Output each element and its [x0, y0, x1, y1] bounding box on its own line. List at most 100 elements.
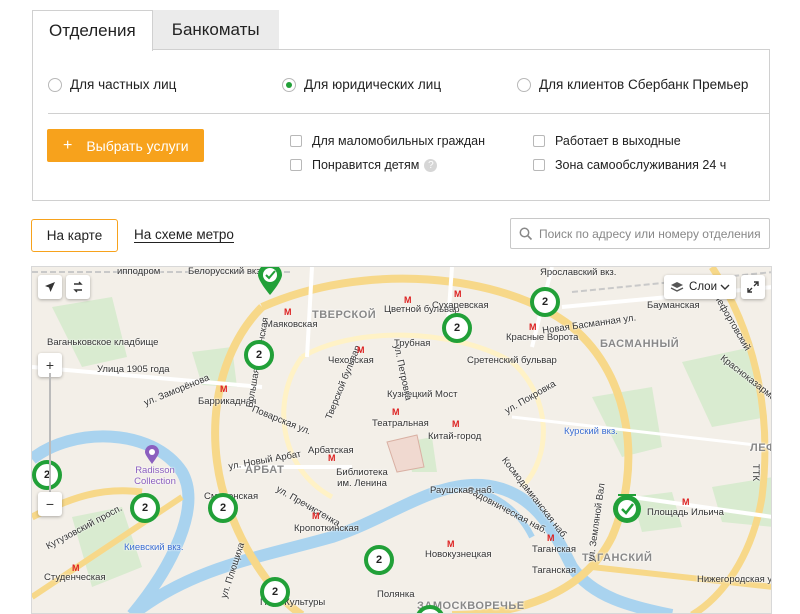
- map-label: Новокузнецкая: [425, 549, 492, 560]
- map-label: Раушская наб.: [430, 485, 495, 496]
- map-label: Сухаревская: [432, 300, 489, 311]
- geolocation-button[interactable]: [38, 275, 62, 299]
- zoom-out-button[interactable]: −: [38, 492, 62, 516]
- branch-cluster[interactable]: 2: [130, 493, 160, 523]
- checkbox-box: [533, 159, 545, 171]
- select-services-label: Выбрать услуги: [86, 137, 189, 154]
- metro-icon: M: [452, 419, 460, 429]
- map-label: Radisson Collection: [134, 465, 176, 487]
- radio-premier[interactable]: Для клиентов Сбербанк Премьер: [517, 77, 748, 92]
- search-icon: [519, 227, 533, 240]
- checkbox-label: Работает в выходные: [555, 134, 681, 148]
- branches-map[interactable]: ипподром Белорусский вкз. Ярославский вк…: [31, 266, 772, 614]
- metro-icon: M: [404, 295, 412, 305]
- metro-icon: M: [547, 533, 555, 543]
- radio-circle: [517, 77, 531, 92]
- district-label: ТВЕРСКОЙ: [312, 309, 377, 321]
- branch-cluster[interactable]: 2: [208, 493, 238, 523]
- map-label: Полянка: [377, 589, 415, 600]
- metro-icon: M: [529, 322, 537, 332]
- metro-icon: M: [328, 453, 336, 463]
- map-label: Ярославский вкз.: [540, 267, 617, 278]
- branch-type-tabs: Отделения Банкоматы: [32, 10, 279, 51]
- checkbox-low-mobility[interactable]: Для маломобильных граждан: [290, 134, 485, 148]
- checkbox-box: [533, 135, 545, 147]
- branch-cluster[interactable]: 2: [364, 545, 394, 575]
- view-map-button[interactable]: На карте: [31, 219, 118, 252]
- checkbox-kids[interactable]: Понравится детям ?: [290, 158, 438, 172]
- metro-icon: M: [312, 511, 320, 521]
- map-label: Библиотека им. Ленина: [336, 467, 388, 489]
- checkbox-weekends[interactable]: Работает в выходные: [533, 134, 681, 148]
- tab-atms[interactable]: Банкоматы: [152, 10, 279, 50]
- metro-icon: M: [454, 289, 462, 299]
- map-label: Таганская: [532, 565, 576, 576]
- layers-label: Слои: [689, 281, 717, 293]
- metro-icon: M: [392, 407, 400, 417]
- sberbank-pin-icon[interactable]: [254, 266, 286, 297]
- map-label: Курский вкз.: [564, 426, 618, 437]
- map-label: ипподром: [117, 266, 161, 277]
- map-label: Белорусский вкз.: [188, 266, 264, 277]
- checkbox-box: [290, 135, 302, 147]
- zoom-slider-track[interactable]: [49, 373, 51, 493]
- metro-icon: M: [284, 307, 292, 317]
- radio-private[interactable]: Для частных лиц: [48, 77, 176, 92]
- district-label: БАСМАННЫЙ: [600, 338, 680, 350]
- client-type-radio-group: Для частных лиц Для юридических лиц Для …: [48, 77, 768, 95]
- branch-cluster[interactable]: 2: [32, 460, 62, 490]
- checkbox-label: Понравится детям: [312, 158, 420, 172]
- radio-label-private: Для частных лиц: [70, 77, 177, 92]
- layers-icon: [670, 282, 684, 292]
- expand-icon: [747, 281, 759, 293]
- filter-divider: [48, 113, 769, 114]
- radio-circle: [48, 77, 62, 92]
- checkbox-box: [290, 159, 302, 171]
- checkbox-label: Зона самообслуживания 24 ч: [555, 158, 727, 172]
- address-search: [510, 218, 770, 249]
- radio-legal[interactable]: Для юридических лиц: [282, 77, 441, 92]
- fullscreen-button[interactable]: [741, 275, 765, 299]
- select-services-button[interactable]: + Выбрать услуги: [47, 129, 204, 162]
- sberbank-pin-icon[interactable]: [610, 489, 644, 525]
- metro-icon: M: [220, 384, 228, 394]
- radio-label-premier: Для клиентов Сбербанк Премьер: [539, 77, 749, 92]
- district-label: ЛЕФ: [750, 442, 771, 454]
- route-icon: [73, 281, 83, 293]
- map-label: Театральная: [372, 418, 429, 429]
- branch-cluster[interactable]: 2: [244, 340, 274, 370]
- hotel-pin-icon[interactable]: [144, 445, 160, 465]
- search-input[interactable]: [539, 226, 764, 241]
- metro-icon: M: [447, 539, 455, 549]
- branch-cluster[interactable]: 2: [260, 577, 290, 607]
- metro-icon: M: [682, 497, 690, 507]
- route-button[interactable]: [66, 275, 90, 299]
- view-metro-link[interactable]: На схеме метро: [134, 227, 234, 243]
- map-background: [32, 267, 771, 613]
- map-label: Таганская: [532, 544, 576, 555]
- metro-icon: M: [357, 345, 365, 355]
- metro-icon: M: [72, 563, 80, 573]
- branch-cluster[interactable]: 2: [442, 313, 472, 343]
- map-label: Нижегородская ул.: [697, 574, 772, 585]
- map-label: Ваганьковское кладбище: [47, 337, 159, 348]
- map-label: Кропоткинская: [294, 523, 359, 534]
- map-label: Маяковская: [265, 319, 318, 330]
- map-label: Киевский вкз.: [124, 542, 184, 553]
- checkbox-self-service[interactable]: Зона самообслуживания 24 ч: [533, 158, 726, 172]
- help-icon[interactable]: ?: [424, 158, 438, 172]
- map-label: ТТК: [750, 463, 762, 482]
- layers-button[interactable]: Слои: [664, 275, 736, 299]
- map-label: Студенческая: [44, 572, 106, 583]
- tab-branches[interactable]: Отделения: [32, 10, 153, 51]
- chevron-down-icon: [720, 284, 730, 290]
- branch-cluster[interactable]: 2: [530, 287, 560, 317]
- radio-circle-selected: [282, 77, 296, 92]
- radio-label-legal: Для юридических лиц: [304, 77, 442, 92]
- location-arrow-icon: [45, 282, 55, 292]
- map-label: Кузнецкий Мост: [387, 389, 458, 400]
- checkbox-label: Для маломобильных граждан: [312, 134, 486, 148]
- map-label: Сретенский бульвар: [467, 355, 557, 366]
- plus-icon: +: [63, 136, 73, 154]
- map-label: Площадь Ильича: [647, 507, 724, 518]
